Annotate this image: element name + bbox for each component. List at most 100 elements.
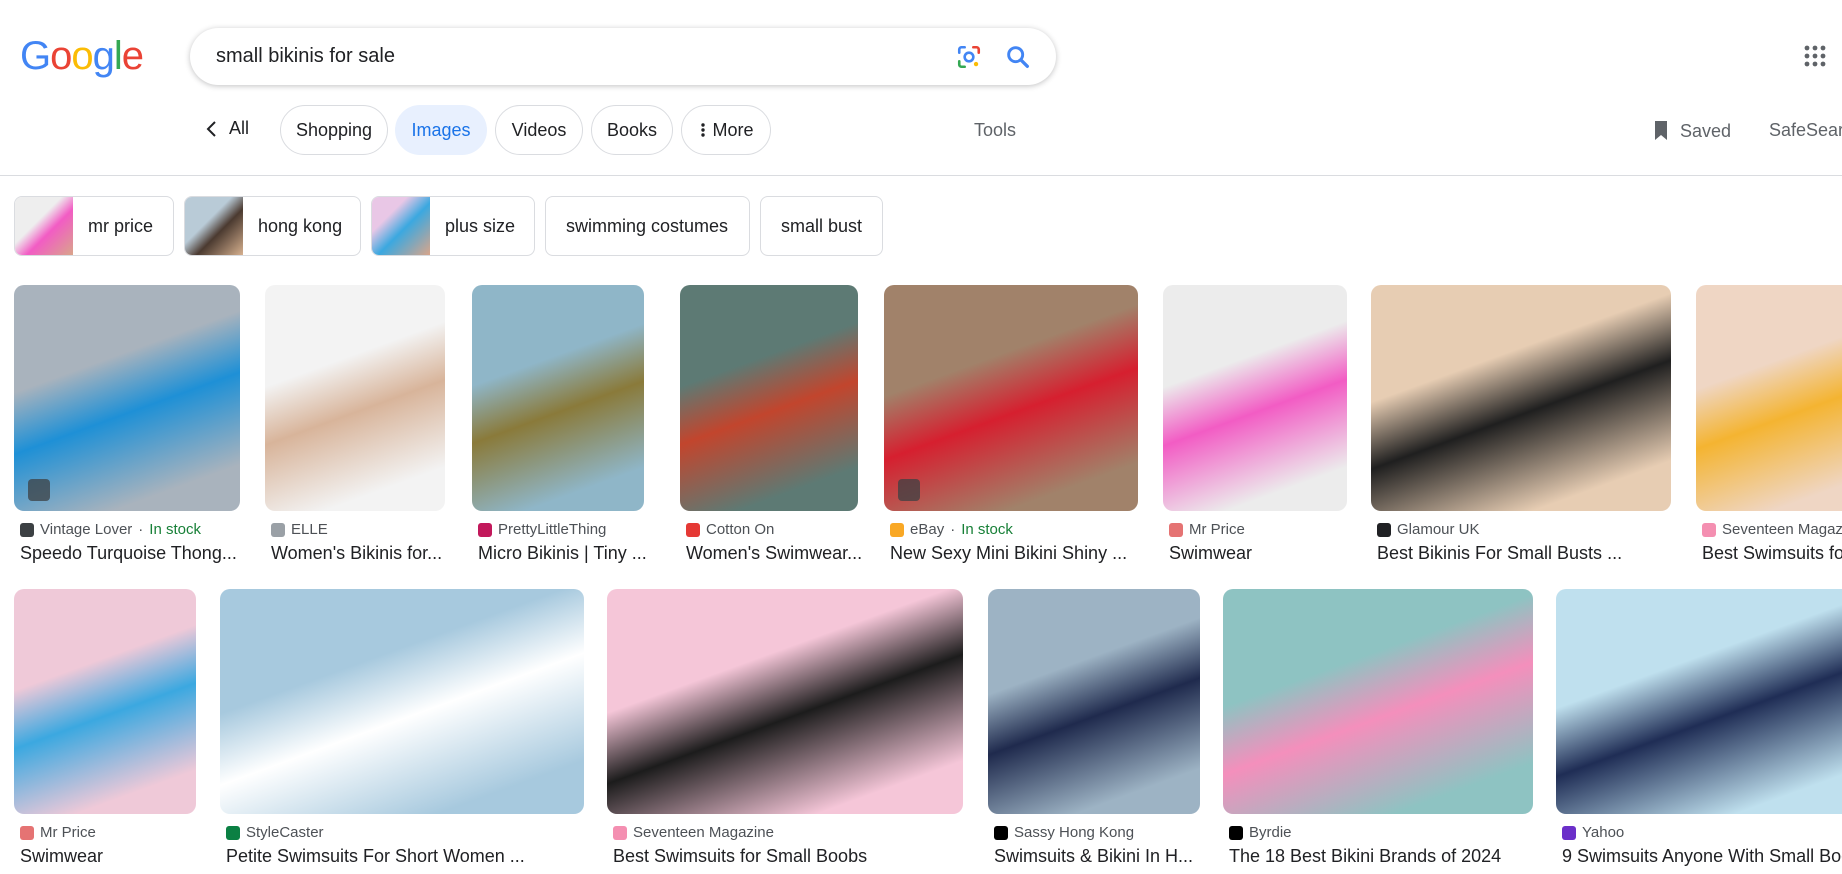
chip-label: mr price [88, 215, 154, 236]
result-title[interactable]: Best Swimsuits for... [1702, 543, 1842, 564]
search-icon[interactable] [1004, 43, 1032, 71]
tab-label: Shopping [295, 119, 373, 140]
image-result[interactable]: Seventeen Magazine Best Swimsuits for Sma… [607, 589, 963, 874]
tab-more[interactable]: More [681, 105, 771, 155]
result-title[interactable]: Swimwear [1169, 543, 1373, 564]
image-result[interactable]: Glamour UK Best Bikinis For Small Busts .… [1371, 285, 1671, 571]
tab-books[interactable]: Books [591, 105, 673, 155]
result-thumbnail[interactable] [265, 285, 445, 511]
tab-label: Images [411, 119, 471, 140]
result-source[interactable]: Mr Price [20, 824, 96, 841]
result-source[interactable]: StyleCaster [226, 824, 324, 841]
source-name: Mr Price [1189, 521, 1245, 538]
result-source[interactable]: Seventeen Magazine [613, 824, 774, 841]
result-thumbnail[interactable] [14, 589, 196, 814]
tab-label: Videos [511, 119, 567, 140]
result-title[interactable]: Petite Swimsuits For Short Women ... [226, 846, 610, 867]
result-source[interactable]: Sassy Hong Kong [994, 824, 1134, 841]
stock-status: In stock [961, 521, 1013, 538]
result-thumbnail[interactable] [884, 285, 1138, 511]
shopping-tag-icon [28, 479, 50, 501]
search-input[interactable]: small bikinis for sale [216, 45, 395, 68]
result-source[interactable]: ELLE [271, 521, 328, 538]
image-result[interactable]: StyleCaster Petite Swimsuits For Short Wo… [220, 589, 584, 874]
chip-hong-kong[interactable]: hong kong [184, 196, 361, 256]
image-result[interactable]: ELLE Women's Bikinis for... [265, 285, 445, 571]
image-result[interactable]: Byrdie The 18 Best Bikini Brands of 2024 [1223, 589, 1533, 874]
chip-label: plus size [445, 215, 516, 236]
site-favicon-icon [890, 522, 904, 537]
safesearch-button[interactable]: SafeSearch [1769, 120, 1842, 141]
result-thumbnail[interactable] [220, 589, 584, 814]
image-result[interactable]: Seventeen Magazine Best Swimsuits for... [1696, 285, 1842, 571]
saved-button[interactable]: Saved [1652, 120, 1731, 142]
result-source[interactable]: Glamour UK [1377, 521, 1480, 538]
result-source[interactable]: Yahoo [1562, 824, 1624, 841]
site-favicon-icon [20, 825, 34, 840]
result-title[interactable]: Women's Bikinis for... [271, 543, 471, 564]
shopping-tag-icon [898, 479, 920, 501]
chip-plus-size[interactable]: plus size [371, 196, 535, 256]
result-source[interactable]: Mr Price [1169, 521, 1245, 538]
result-thumbnail[interactable] [1556, 589, 1842, 814]
image-result[interactable]: Cotton On Women's Swimwear... [680, 285, 862, 571]
result-title[interactable]: The 18 Best Bikini Brands of 2024 [1229, 846, 1559, 867]
result-thumbnail[interactable] [988, 589, 1200, 814]
google-lens-icon[interactable] [956, 44, 982, 70]
result-source[interactable]: Seventeen Magazine [1702, 521, 1842, 538]
result-thumbnail[interactable] [680, 285, 858, 511]
result-source[interactable]: Cotton On [686, 521, 774, 538]
chip-mr-price[interactable]: mr price [14, 196, 174, 256]
logo-letter: g [92, 34, 115, 78]
image-result[interactable]: Mr Price Swimwear [1163, 285, 1347, 571]
result-title[interactable]: Swimwear [20, 846, 222, 867]
result-title[interactable]: Speedo Turquoise Thong... [20, 543, 266, 564]
result-title[interactable]: Best Bikinis For Small Busts ... [1377, 543, 1697, 564]
chip-small-bust[interactable]: small bust [760, 196, 883, 256]
chevron-left-icon [206, 120, 216, 137]
result-thumbnail[interactable] [14, 285, 240, 511]
image-result[interactable]: Mr Price Swimwear [14, 589, 196, 874]
header-divider [0, 175, 1842, 176]
result-thumbnail[interactable] [1371, 285, 1671, 511]
image-result[interactable]: Vintage Lover · In stock Speedo Turquoise T… [14, 285, 240, 571]
google-logo[interactable]: Google [20, 34, 144, 79]
source-name: Mr Price [40, 824, 96, 841]
bookmark-icon [1655, 121, 1667, 140]
tab-images[interactable]: Images [395, 105, 487, 155]
source-name: Yahoo [1582, 824, 1625, 841]
chip-swimming-costumes[interactable]: swimming costumes [545, 196, 750, 256]
tools-button[interactable]: Tools [974, 120, 1016, 141]
result-title[interactable]: Women's Swimwear... [686, 543, 884, 564]
result-source[interactable]: Byrdie [1229, 824, 1292, 841]
image-result[interactable]: Yahoo 9 Swimsuits Anyone With Small Boobs… [1556, 589, 1842, 874]
result-thumbnail[interactable] [607, 589, 963, 814]
chip-label: small bust [781, 215, 863, 236]
image-result[interactable]: eBay · In stock New Sexy Mini Bikini Shiny … [884, 285, 1138, 571]
source-name: StyleCaster [246, 824, 324, 841]
result-title[interactable]: Swimsuits & Bikini In H... [994, 846, 1226, 867]
result-title[interactable]: Micro Bikinis | Tiny ... [478, 543, 670, 564]
search-bar[interactable]: small bikinis for sale [190, 28, 1056, 85]
result-source[interactable]: PrettyLittleThing [478, 521, 606, 538]
result-source[interactable]: eBay · In stock [890, 521, 1013, 538]
apps-grid-icon[interactable] [1803, 44, 1827, 68]
image-result[interactable]: Sassy Hong Kong Swimsuits & Bikini In H..… [988, 589, 1200, 874]
back-to-all-link[interactable]: All [205, 118, 249, 139]
chip-thumbnail [185, 197, 243, 255]
result-thumbnail[interactable] [1696, 285, 1842, 511]
result-source[interactable]: Vintage Lover · In stock [20, 521, 201, 538]
result-title[interactable]: Best Swimsuits for Small Boobs [613, 846, 989, 867]
result-thumbnail[interactable] [1223, 589, 1533, 814]
result-title[interactable]: New Sexy Mini Bikini Shiny ... [890, 543, 1164, 564]
image-result[interactable]: PrettyLittleThing Micro Bikinis | Tiny ..… [472, 285, 647, 571]
result-title[interactable]: 9 Swimsuits Anyone With Small Boobs... [1562, 846, 1842, 867]
tab-label: Books [606, 119, 658, 140]
tab-videos[interactable]: Videos [495, 105, 583, 155]
result-thumbnail[interactable] [1163, 285, 1347, 511]
source-name: Glamour UK [1397, 521, 1480, 538]
source-name: ELLE [291, 521, 328, 538]
site-favicon-icon [20, 522, 34, 537]
result-thumbnail[interactable] [472, 285, 644, 511]
tab-shopping[interactable]: Shopping [280, 105, 388, 155]
